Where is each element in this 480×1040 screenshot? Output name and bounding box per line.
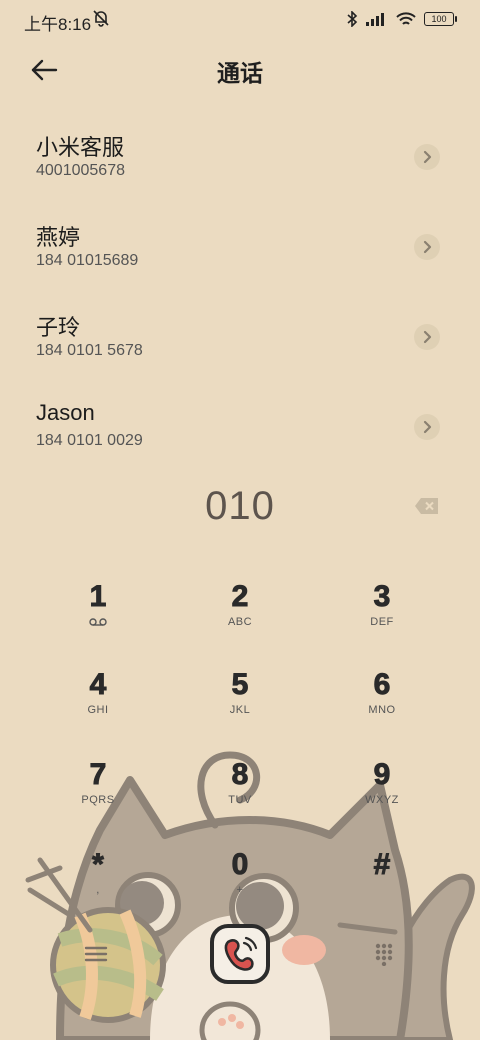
- key-digit: 2: [231, 580, 249, 614]
- key-digit: 0: [231, 848, 249, 882]
- chevron-right-icon[interactable]: [414, 414, 440, 440]
- key-letters: JKL: [229, 704, 251, 716]
- key-digit: *: [92, 848, 105, 882]
- contact-name: 燕婷: [36, 225, 81, 250]
- key-letters: GHI: [87, 704, 109, 716]
- key-2[interactable]: 2 ABC: [180, 580, 300, 650]
- list-item[interactable]: 燕婷 184 01015689: [0, 202, 480, 292]
- key-6[interactable]: 6 MNO: [322, 668, 442, 738]
- chevron-right-icon[interactable]: [414, 144, 440, 170]
- chevron-right-icon[interactable]: [414, 234, 440, 260]
- key-digit: 1: [89, 580, 107, 614]
- menu-icon[interactable]: [84, 944, 108, 964]
- key-letters: +: [236, 884, 244, 896]
- status-time: 上午8:16: [24, 15, 92, 34]
- key-letters: PQRS: [81, 794, 115, 806]
- header: 通话: [0, 48, 480, 92]
- key-letters: WXYZ: [365, 794, 399, 806]
- key-letters: DEF: [370, 616, 394, 628]
- key-digit: #: [373, 848, 391, 882]
- voicemail-icon: [89, 618, 107, 626]
- mute-bell-icon: [93, 10, 109, 27]
- signal-icon: [366, 13, 384, 26]
- key-3[interactable]: 3 DEF: [322, 580, 442, 650]
- key-digit: 5: [231, 668, 249, 702]
- key-digit: 9: [373, 758, 391, 792]
- key-letters: MNO: [368, 704, 396, 716]
- contact-name: 小米客服: [36, 135, 125, 160]
- key-letters: ABC: [227, 616, 253, 628]
- key-digit: 6: [373, 668, 391, 702]
- key-digit: 4: [89, 668, 107, 702]
- key-8[interactable]: 8 TUV: [180, 758, 300, 828]
- key-letters: TUV: [228, 794, 252, 806]
- key-hash[interactable]: #: [322, 848, 442, 918]
- status-bar: 上午8:16 100: [0, 0, 480, 40]
- dial-input-display: 010: [205, 484, 275, 528]
- key-digit: 8: [231, 758, 249, 792]
- backspace-icon[interactable]: [414, 497, 440, 515]
- chevron-right-icon[interactable]: [414, 324, 440, 350]
- battery-indicator: 100: [424, 12, 457, 26]
- status-icons: 100: [346, 11, 457, 27]
- contact-name: 子玲: [36, 315, 81, 340]
- phone-icon: [224, 936, 258, 971]
- list-item[interactable]: 小米客服 4001005678: [0, 112, 480, 202]
- call-button[interactable]: [210, 924, 270, 984]
- contact-number: 4001005678: [36, 162, 125, 179]
- key-digit: 3: [373, 580, 391, 614]
- key-9[interactable]: 9 WXYZ: [322, 758, 442, 828]
- wifi-icon: [396, 11, 416, 25]
- key-star[interactable]: * ,: [38, 848, 158, 918]
- page-title: 通话: [217, 60, 263, 86]
- key-7[interactable]: 7 PQRS: [38, 758, 158, 828]
- key-0[interactable]: 0 +: [180, 848, 300, 918]
- key-1[interactable]: 1: [38, 580, 158, 650]
- dialpad-icon[interactable]: [374, 942, 394, 966]
- contact-number: 184 01015689: [36, 252, 139, 269]
- key-4[interactable]: 4 GHI: [38, 668, 158, 738]
- list-item[interactable]: 子玲 184 0101 5678: [0, 292, 480, 382]
- bluetooth-icon: [347, 11, 358, 27]
- list-item[interactable]: Jason 184 0101 0029: [0, 382, 480, 472]
- contact-number: 184 0101 0029: [36, 432, 143, 449]
- contact-number: 184 0101 5678: [36, 342, 143, 359]
- contact-list: 小米客服 4001005678 燕婷 184 01015689 子玲 184 0…: [0, 112, 480, 472]
- key-letters: ,: [96, 884, 100, 896]
- key-5[interactable]: 5 JKL: [180, 668, 300, 738]
- key-digit: 7: [89, 758, 107, 792]
- contact-name: Jason: [36, 400, 95, 425]
